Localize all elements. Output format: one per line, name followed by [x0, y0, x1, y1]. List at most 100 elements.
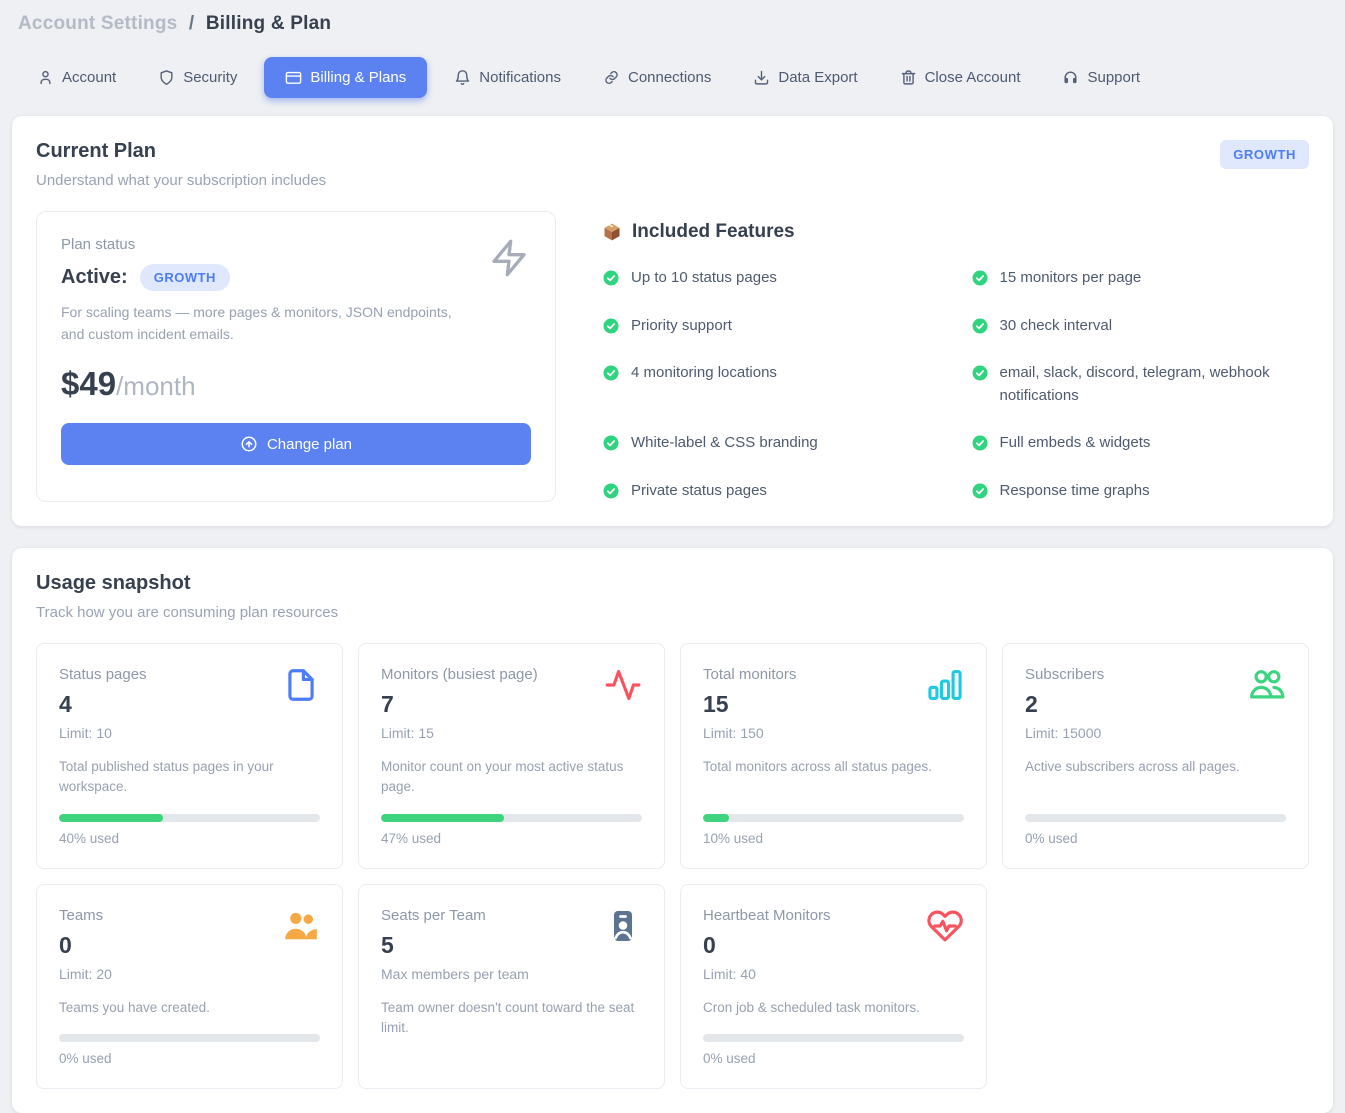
- plan-status-label: Plan status: [61, 236, 531, 253]
- check-circle-icon: [971, 269, 989, 287]
- usage-progress: 47% used: [381, 798, 642, 846]
- usage-card-limit: Max members per team: [381, 966, 642, 982]
- usage-card-title: Teams: [59, 907, 320, 924]
- usage-progress: 0% used: [703, 1018, 964, 1066]
- plan-content: Plan status Active: GROWTH For scaling t…: [36, 211, 1309, 502]
- usage-card-value: 0: [59, 932, 320, 959]
- billing-page: Account Settings / Billing & Plan Accoun…: [0, 0, 1345, 1113]
- tab-security[interactable]: Security: [143, 59, 252, 96]
- usage-card-limit: Limit: 15000: [1025, 725, 1286, 741]
- usage-card-description: Team owner doesn't count toward the seat…: [381, 998, 642, 1039]
- breadcrumb-section[interactable]: Account Settings: [18, 13, 177, 34]
- breadcrumb-separator: /: [189, 13, 194, 34]
- heart-pulse-icon: [926, 907, 964, 945]
- tab-connections[interactable]: Connections: [588, 59, 726, 96]
- feature-item: Full embeds & widgets: [971, 432, 1310, 455]
- activity-icon: [604, 666, 642, 704]
- check-circle-icon: [971, 317, 989, 335]
- progress-track: [703, 814, 964, 822]
- features-grid: Up to 10 status pages 15 monitors per pa…: [602, 267, 1309, 502]
- usage-card-monitors-busiest-page: Monitors (busiest page) 7 Limit: 15 Moni…: [358, 643, 665, 869]
- usage-card-value: 0: [703, 932, 964, 959]
- feature-item: Priority support: [602, 315, 941, 338]
- usage-percent-label: 0% used: [703, 1051, 964, 1066]
- usage-card-value: 7: [381, 691, 642, 718]
- usage-card-description: Monitor count on your most active status…: [381, 757, 642, 798]
- feature-item: email, slack, discord, telegram, webhook…: [971, 362, 1310, 407]
- feature-label: Full embeds & widgets: [1000, 432, 1151, 455]
- tab-bar: Account Security Billing & Plans Notific…: [12, 41, 1333, 116]
- usage-grid: Status pages 4 Limit: 10 Total published…: [36, 643, 1309, 1089]
- tab-close-account[interactable]: Close Account: [885, 59, 1036, 96]
- tab-billing-plans[interactable]: Billing & Plans: [264, 57, 427, 98]
- tab-label: Billing & Plans: [310, 69, 406, 86]
- price-period: /month: [116, 371, 196, 402]
- tab-label: Data Export: [778, 69, 857, 86]
- usage-card-limit: Limit: 15: [381, 725, 642, 741]
- plan-name-pill: GROWTH: [140, 264, 230, 291]
- feature-label: Response time graphs: [1000, 480, 1150, 503]
- check-circle-icon: [971, 482, 989, 500]
- id-badge-icon: [604, 907, 642, 945]
- usage-card-value: 4: [59, 691, 320, 718]
- plan-status-card: Plan status Active: GROWTH For scaling t…: [36, 211, 556, 502]
- usage-card-limit: Limit: 10: [59, 725, 320, 741]
- tab-data-export[interactable]: Data Export: [738, 59, 872, 96]
- usage-card-title: Heartbeat Monitors: [703, 907, 964, 924]
- tab-label: Notifications: [479, 69, 561, 86]
- current-plan-title: Current Plan: [36, 140, 326, 163]
- usage-card-heartbeat-monitors: Heartbeat Monitors 0 Limit: 40 Cron job …: [680, 884, 987, 1089]
- feature-item: Private status pages: [602, 480, 941, 503]
- change-plan-label: Change plan: [267, 436, 352, 453]
- usage-card-title: Status pages: [59, 666, 320, 683]
- included-features: Included Features Up to 10 status pages …: [602, 211, 1309, 502]
- credit-card-icon: [285, 69, 302, 86]
- current-plan-panel: Current Plan Understand what your subscr…: [12, 116, 1333, 526]
- tab-label: Connections: [628, 69, 711, 86]
- feature-label: email, slack, discord, telegram, webhook…: [1000, 362, 1310, 407]
- breadcrumb: Account Settings / Billing & Plan: [12, 0, 1333, 41]
- features-heading: Included Features: [632, 221, 795, 243]
- progress-track: [59, 1034, 320, 1042]
- plan-description: For scaling teams — more pages & monitor…: [61, 302, 471, 345]
- package-icon: [602, 222, 622, 242]
- usage-card-description: Total published status pages in your wor…: [59, 757, 320, 798]
- user-icon: [37, 69, 54, 86]
- change-plan-button[interactable]: Change plan: [61, 423, 531, 465]
- check-circle-icon: [602, 364, 620, 382]
- usage-card-seats-per-team: Seats per Team 5 Max members per team Te…: [358, 884, 665, 1089]
- usage-subtitle: Track how you are consuming plan resourc…: [36, 604, 338, 621]
- progress-fill: [703, 814, 729, 822]
- feature-item: Response time graphs: [971, 480, 1310, 503]
- feature-item: 4 monitoring locations: [602, 362, 941, 407]
- current-plan-subtitle: Understand what your subscription includ…: [36, 172, 326, 189]
- check-circle-icon: [602, 317, 620, 335]
- usage-card-subscribers: Subscribers 2 Limit: 15000 Active subscr…: [1002, 643, 1309, 869]
- feature-label: Up to 10 status pages: [631, 267, 777, 290]
- usage-header: Usage snapshot Track how you are consumi…: [36, 572, 1309, 621]
- usage-card-teams: Teams 0 Limit: 20 Teams you have created…: [36, 884, 343, 1089]
- usage-progress: 0% used: [59, 1018, 320, 1066]
- usage-progress: 0% used: [1025, 798, 1286, 846]
- usage-title: Usage snapshot: [36, 572, 338, 595]
- feature-label: Private status pages: [631, 480, 767, 503]
- usage-card-value: 5: [381, 932, 642, 959]
- tab-support[interactable]: Support: [1047, 59, 1155, 96]
- progress-track: [59, 814, 320, 822]
- tab-label: Support: [1087, 69, 1140, 86]
- usage-card-title: Subscribers: [1025, 666, 1286, 683]
- check-circle-icon: [602, 482, 620, 500]
- feature-label: Priority support: [631, 315, 732, 338]
- usage-card-description: Cron job & scheduled task monitors.: [703, 998, 964, 1018]
- arrow-up-circle-icon: [240, 435, 258, 453]
- feature-label: 4 monitoring locations: [631, 362, 777, 385]
- tab-account[interactable]: Account: [22, 59, 131, 96]
- feature-label: 30 check interval: [1000, 315, 1113, 338]
- usage-percent-label: 10% used: [703, 831, 964, 846]
- users-filled-icon: [282, 907, 320, 945]
- plan-price: $49 /month: [61, 365, 531, 403]
- tab-notifications[interactable]: Notifications: [439, 59, 576, 96]
- page-title: Billing & Plan: [206, 13, 331, 34]
- feature-item: White-label & CSS branding: [602, 432, 941, 455]
- check-circle-icon: [602, 269, 620, 287]
